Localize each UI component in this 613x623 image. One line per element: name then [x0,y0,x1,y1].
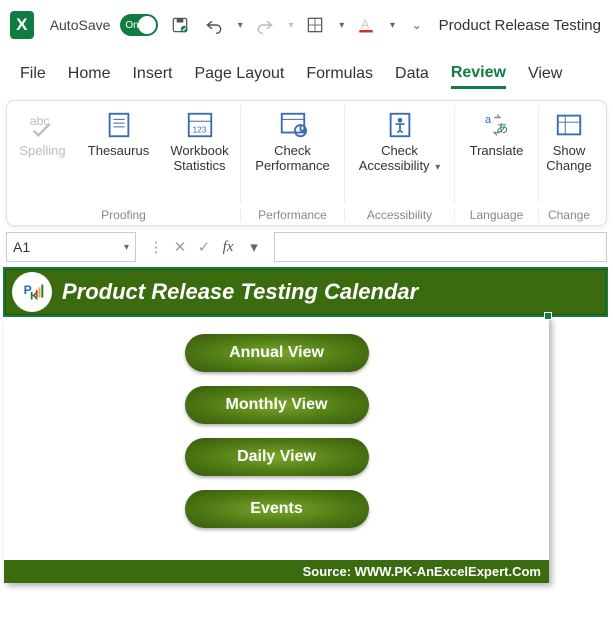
translate-icon: aあ [482,107,512,143]
undo-icon[interactable] [202,11,226,39]
formula-bar: A1 ▾ ⋮ ✕ ✓ fx ▾ [6,232,607,262]
ribbon-group-accessibility: Check Accessibility ▾ [345,105,455,203]
undo-dropdown-icon[interactable]: ▾ [238,20,243,31]
font-color-dropdown-icon[interactable]: ▾ [390,20,395,31]
ribbon-group-performance: Check Performance [241,105,345,203]
daily-view-button[interactable]: Daily View [185,438,369,476]
save-icon[interactable] [168,11,192,39]
chevron-down-icon[interactable]: ▾ [124,242,129,253]
workbook-statistics-button[interactable]: 123 Workbook Statistics [158,105,242,175]
show-changes-icon [554,107,584,143]
ribbon-group-label: Performance [241,208,345,222]
formula-divider-icon: ⋮ [146,238,166,256]
show-changes-button[interactable]: Show Change [541,105,597,175]
autosave-toggle[interactable]: On [120,14,158,36]
svg-text:123: 123 [192,125,206,135]
name-box[interactable]: A1 ▾ [6,232,136,262]
svg-text:あ: あ [496,122,508,136]
ribbon-group-label: Change [539,208,599,222]
annual-view-button[interactable]: Annual View [185,334,369,372]
banner-logo-icon: PK [12,272,52,312]
check-performance-button[interactable]: Check Performance [243,105,343,175]
nav-card: Annual View Monthly View Daily View Even… [4,316,549,583]
spelling-button[interactable]: abc Spelling [6,105,80,175]
fx-icon[interactable]: fx [218,239,238,256]
formula-input[interactable] [274,232,607,262]
borders-icon[interactable] [304,11,328,39]
formula-controls: ⋮ ✕ ✓ fx ▾ [142,232,268,262]
banner-title: Product Release Testing Calendar [62,279,418,305]
selection-handle[interactable] [544,312,552,320]
svg-text:K: K [30,291,39,303]
excel-logo-icon: X [10,11,34,39]
accept-formula-icon[interactable]: ✓ [194,238,214,256]
chevron-down-icon: ▾ [435,162,440,173]
redo-icon[interactable] [253,11,277,39]
ribbon: abc Spelling Thesaurus 123 Workbook Stat… [6,100,607,226]
font-color-icon[interactable]: A [354,11,378,39]
tab-formulas[interactable]: Formulas [306,65,373,87]
svg-text:A: A [361,17,370,31]
workbook-statistics-icon: 123 [185,107,215,143]
autosave-label: AutoSave [50,17,111,33]
tab-page-layout[interactable]: Page Layout [194,65,284,87]
ribbon-group-label: Proofing [7,208,241,222]
redo-dropdown-icon[interactable]: ▾ [289,20,294,31]
ribbon-group-proofing: abc Spelling Thesaurus 123 Workbook Stat… [7,105,241,203]
spelling-icon: abc [28,107,58,143]
tab-view[interactable]: View [528,65,562,87]
svg-text:a: a [484,114,491,126]
title-banner[interactable]: PK Product Release Testing Calendar [4,268,607,316]
title-bar: X AutoSave On ▾ ▾ ▾ A ▾ ⌄ Product Releas… [0,0,613,50]
tab-file[interactable]: File [20,65,46,87]
tab-data[interactable]: Data [395,65,429,87]
tab-review[interactable]: Review [451,64,506,89]
check-performance-icon [278,107,308,143]
ribbon-group-label: Accessibility [345,208,455,222]
menu-tabs: File Home Insert Page Layout Formulas Da… [0,56,613,96]
monthly-view-button[interactable]: Monthly View [185,386,369,424]
events-button[interactable]: Events [185,490,369,528]
qat-overflow-icon[interactable]: ⌄ [405,11,429,39]
check-accessibility-button[interactable]: Check Accessibility ▾ [347,105,453,175]
check-accessibility-icon [385,107,415,143]
translate-button[interactable]: aあ Translate [457,105,537,160]
ribbon-group-changes: Show Change [539,105,599,203]
tab-insert[interactable]: Insert [132,65,172,87]
borders-dropdown-icon[interactable]: ▾ [339,20,344,31]
source-label: Source: WWW.PK-AnExcelExpert.Com [4,560,549,583]
tab-home[interactable]: Home [68,65,111,87]
thesaurus-button[interactable]: Thesaurus [82,105,156,175]
sheet-area: PK Product Release Testing Calendar Annu… [4,268,607,583]
ribbon-group-label: Language [455,208,539,222]
chevron-down-icon[interactable]: ▾ [244,238,264,256]
cancel-formula-icon[interactable]: ✕ [170,238,190,256]
ribbon-group-language: aあ Translate [455,105,539,203]
thesaurus-icon [104,107,134,143]
document-title: Product Release Testing [439,17,603,34]
